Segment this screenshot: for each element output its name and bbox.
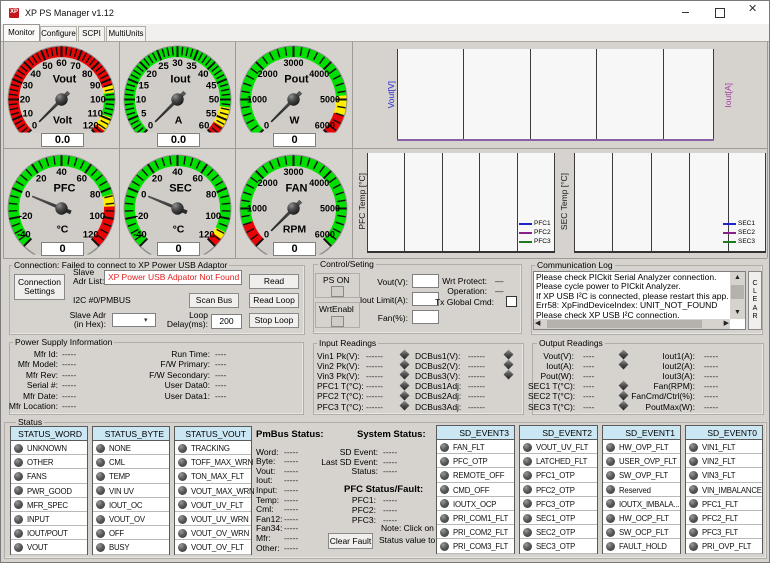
svg-text:25: 25 [158,61,169,72]
svg-text:10: 10 [23,109,34,120]
svg-text:0: 0 [148,121,153,132]
svg-text:°C: °C [173,224,185,236]
svg-text:120: 120 [199,230,215,241]
svg-text:6000: 6000 [315,230,335,240]
svg-text:2000: 2000 [258,69,278,79]
svg-text:30: 30 [172,58,183,69]
svg-text:FAN: FAN [286,183,308,195]
svg-text:RPM: RPM [283,224,307,236]
svg-text:40: 40 [30,69,41,80]
svg-text:50: 50 [42,61,53,72]
svg-text:20: 20 [146,69,157,80]
svg-text:70: 70 [70,61,81,72]
svg-text:5000: 5000 [320,204,340,214]
svg-text:100: 100 [90,95,106,106]
svg-text:-40: -40 [133,230,147,241]
svg-text:15: 15 [139,81,150,92]
svg-text:60: 60 [193,173,204,184]
svg-text:10: 10 [136,95,147,106]
svg-text:0: 0 [25,190,30,201]
svg-text:90: 90 [90,81,101,92]
svg-text:0: 0 [141,190,146,201]
svg-text:1000: 1000 [247,95,267,105]
svg-text:20: 20 [152,173,163,184]
svg-text:W: W [290,115,300,127]
svg-text:Volt: Volt [53,115,73,127]
svg-text:50: 50 [209,95,220,106]
svg-text:55: 55 [206,109,217,120]
svg-text:SEC: SEC [169,183,192,195]
svg-text:120: 120 [83,121,99,132]
svg-text:-20: -20 [135,211,149,222]
svg-text:20: 20 [20,95,31,106]
svg-text:0: 0 [264,121,269,132]
svg-text:30: 30 [23,81,34,92]
svg-text:6000: 6000 [315,121,335,131]
svg-text:-40: -40 [17,230,31,241]
svg-text:4000: 4000 [309,69,329,79]
svg-text:100: 100 [89,211,105,222]
svg-text:5: 5 [141,109,147,120]
svg-text:0: 0 [32,121,37,132]
svg-text:3000: 3000 [283,58,303,68]
svg-text:80: 80 [90,190,101,201]
svg-text:°C: °C [57,224,69,236]
svg-text:0: 0 [264,230,269,241]
svg-text:3000: 3000 [283,167,303,177]
svg-text:1000: 1000 [247,204,267,214]
svg-text:20: 20 [36,173,47,184]
svg-text:Vout: Vout [53,74,77,86]
svg-text:100: 100 [205,211,221,222]
svg-text:110: 110 [88,109,103,120]
svg-text:80: 80 [206,190,217,201]
svg-text:2000: 2000 [258,178,278,188]
svg-text:4000: 4000 [309,178,329,188]
svg-text:Pout: Pout [284,74,309,86]
svg-text:60: 60 [199,121,210,132]
svg-text:35: 35 [186,61,197,72]
svg-text:Iout: Iout [170,74,190,86]
svg-text:PFC: PFC [54,183,76,195]
svg-text:40: 40 [198,69,209,80]
svg-text:120: 120 [83,230,99,241]
svg-text:-20: -20 [19,211,33,222]
svg-text:80: 80 [82,69,93,80]
svg-text:40: 40 [172,167,183,178]
svg-text:60: 60 [77,173,88,184]
svg-text:5000: 5000 [320,95,340,105]
svg-text:40: 40 [56,167,67,178]
svg-text:A: A [175,115,183,127]
svg-text:60: 60 [56,58,67,69]
svg-text:45: 45 [206,81,217,92]
